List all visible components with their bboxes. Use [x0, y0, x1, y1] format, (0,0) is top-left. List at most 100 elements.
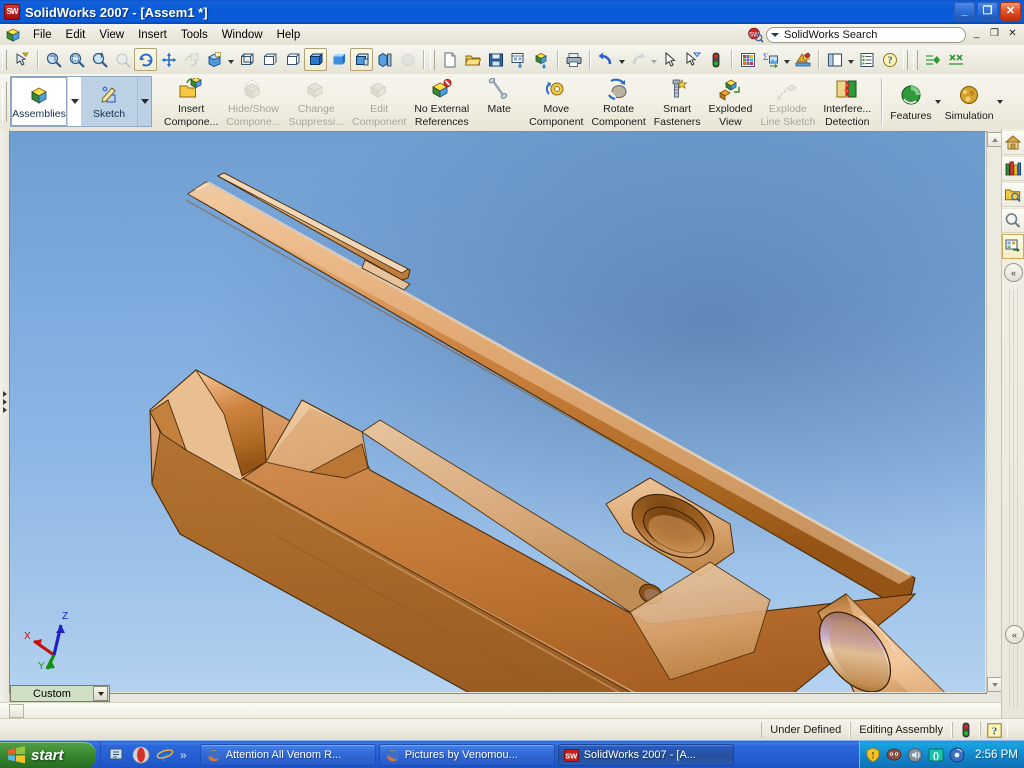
new-icon[interactable] [438, 48, 461, 71]
toolbar-grip-3[interactable] [903, 49, 908, 70]
photoworks-icon[interactable] [791, 48, 814, 71]
zoom-to-fit-icon[interactable] [42, 48, 65, 71]
sw-resources-button[interactable] [1002, 130, 1024, 155]
shaded-with-edges-icon[interactable] [304, 48, 327, 71]
mdi-restore-button[interactable]: ❐ [987, 27, 1002, 41]
menu-insert[interactable]: Insert [131, 27, 174, 43]
help-icon[interactable]: ? [878, 48, 901, 71]
make-assembly-icon[interactable] [530, 48, 553, 71]
mate-reference-icon[interactable] [944, 48, 967, 71]
vertical-scroll-track[interactable] [987, 147, 1002, 677]
undo-icon[interactable] [594, 48, 617, 71]
assembly-3d-model[interactable] [10, 132, 985, 692]
search-button[interactable] [1002, 208, 1024, 233]
task-pane-collapse-button-bottom[interactable]: « [1005, 625, 1024, 644]
display-manager-icon[interactable] [823, 48, 846, 71]
wireframe-icon[interactable] [235, 48, 258, 71]
menu-window[interactable]: Window [215, 27, 270, 43]
exploded-view-button[interactable]: Exploded View [704, 74, 756, 129]
interference-detection-button[interactable]: Interfere... Detection [819, 74, 875, 129]
options-icon[interactable] [855, 48, 878, 71]
print-icon[interactable] [562, 48, 585, 71]
design-library-button[interactable] [1002, 156, 1024, 181]
configuration-dropdown-caret[interactable] [93, 686, 108, 701]
scene-icon[interactable]: Σ [759, 48, 782, 71]
splitter-handle[interactable] [1, 391, 8, 413]
rotate-view-icon[interactable] [134, 48, 157, 71]
measure-icon[interactable] [921, 48, 944, 71]
undo-caret[interactable] [617, 48, 626, 71]
no-external-references-button[interactable]: No External References [410, 74, 473, 129]
start-button[interactable]: start [0, 741, 96, 768]
view-palette-button[interactable] [1002, 234, 1024, 259]
display-manager-caret[interactable] [846, 48, 855, 71]
viewport-horizontal-scrollbar[interactable] [0, 702, 1001, 719]
simulation-caret[interactable] [996, 74, 1005, 129]
toolbar-grip-2[interactable] [430, 49, 435, 70]
toolbar-grip-4[interactable] [913, 49, 918, 70]
tray-messenger-icon[interactable] [886, 747, 902, 763]
save-icon[interactable] [484, 48, 507, 71]
scroll-left-button[interactable] [9, 704, 24, 718]
hidden-lines-visible-icon[interactable] [258, 48, 281, 71]
edit-appearance-icon[interactable] [736, 48, 759, 71]
menu-file[interactable]: File [26, 27, 59, 43]
command-manager-grip[interactable] [0, 74, 8, 129]
scroll-down-button[interactable] [987, 677, 1002, 692]
tab-sketch[interactable]: Sketch [81, 77, 137, 126]
section-view-icon[interactable] [373, 48, 396, 71]
help-status-icon[interactable]: ? [980, 722, 1008, 738]
insert-components-button[interactable]: Insert Compone... [160, 74, 222, 129]
quick-launch-more-button[interactable]: » [180, 748, 187, 762]
select-icon[interactable] [658, 48, 681, 71]
close-button[interactable]: ✕ [1000, 2, 1021, 21]
maximize-button[interactable]: ❐ [977, 2, 998, 21]
hidden-lines-removed-icon[interactable] [281, 48, 304, 71]
features-caret[interactable] [934, 74, 943, 129]
simulation-dropdown-button[interactable]: Simulation [943, 74, 996, 129]
task-firefox-venom[interactable]: Attention All Venom R... [199, 744, 376, 766]
features-dropdown-button[interactable]: Features [888, 74, 933, 129]
open-icon[interactable] [461, 48, 484, 71]
move-component-button[interactable]: Move Component [525, 74, 587, 129]
scene-caret[interactable] [782, 48, 791, 71]
minimize-button[interactable]: _ [954, 2, 975, 21]
scroll-up-button[interactable] [987, 132, 1002, 147]
configuration-selector[interactable]: Custom [10, 685, 110, 702]
make-drawing-icon[interactable] [507, 48, 530, 71]
view-orientation-caret[interactable] [226, 48, 235, 71]
select-other-icon[interactable] [681, 48, 704, 71]
zoom-in-out-icon[interactable] [88, 48, 111, 71]
ql-internet-explorer-icon[interactable]: e [156, 746, 174, 765]
feature-tree-splitter[interactable] [0, 129, 10, 718]
zoom-to-area-icon[interactable] [65, 48, 88, 71]
tab-assemblies[interactable]: Assemblies [11, 77, 67, 126]
toolbar-grip[interactable] [2, 49, 7, 70]
graphics-viewport[interactable]: Z Y X [10, 132, 985, 692]
rebuild-status-icon[interactable] [952, 722, 980, 738]
select-filter-icon[interactable] [10, 48, 33, 71]
tray-security-alert-icon[interactable]: ! [865, 747, 881, 763]
menu-view[interactable]: View [92, 27, 131, 43]
tray-network-icon[interactable]: () [928, 747, 944, 763]
search-dropdown-caret[interactable] [771, 32, 779, 37]
smart-fasteners-button[interactable]: Smart Fasteners [650, 74, 705, 129]
file-explorer-button[interactable] [1002, 182, 1024, 207]
menu-tools[interactable]: Tools [174, 27, 215, 43]
draft-quality-hlr-icon[interactable] [350, 48, 373, 71]
menu-help[interactable]: Help [270, 27, 308, 43]
mdi-minimize-button[interactable]: _ [969, 27, 984, 41]
tray-volume-icon[interactable] [907, 747, 923, 763]
pan-icon[interactable] [157, 48, 180, 71]
task-solidworks[interactable]: SW SolidWorks 2007 - [A... [557, 744, 734, 766]
shaded-icon[interactable] [327, 48, 350, 71]
task-firefox-pictures[interactable]: Pictures by Venomou... [378, 744, 555, 766]
mdi-close-button[interactable]: ✕ [1005, 27, 1020, 41]
search-input[interactable]: SolidWorks Search [766, 26, 966, 43]
ql-opera-icon[interactable] [132, 746, 150, 764]
tab-sketch-caret[interactable] [137, 77, 151, 126]
tray-clock[interactable]: 2:56 PM [975, 749, 1018, 761]
menu-edit[interactable]: Edit [59, 27, 93, 43]
task-pane-collapse-button[interactable]: « [1004, 263, 1023, 282]
mate-button[interactable]: Mate [473, 74, 525, 129]
